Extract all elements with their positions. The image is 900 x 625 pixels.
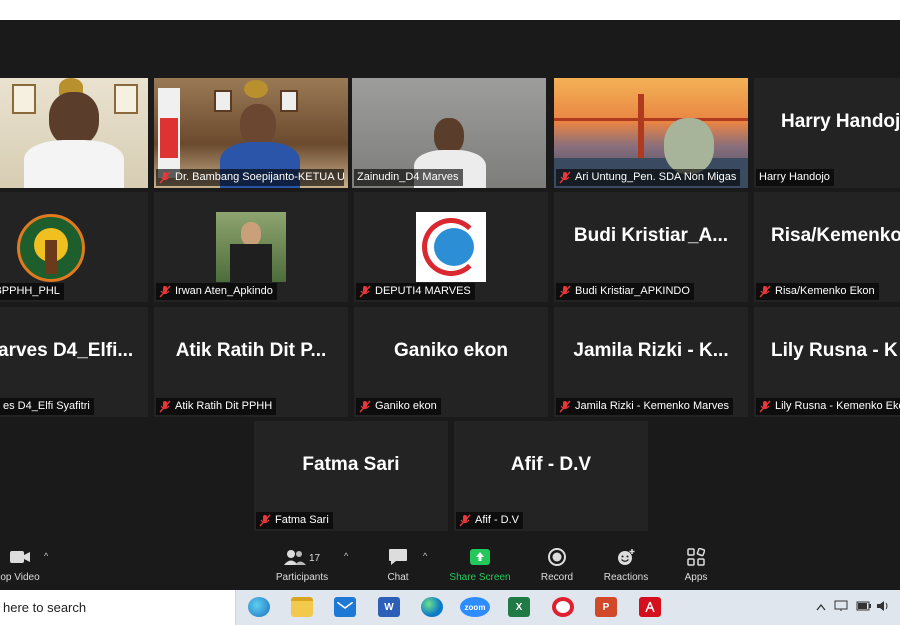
- share-screen-button[interactable]: Share Screen: [446, 547, 514, 583]
- reactions-button[interactable]: Reactions: [598, 547, 654, 583]
- participant-tile[interactable]: Lily Rusna - K Lily Rusna - Kemenko Ekon: [754, 307, 900, 417]
- muted-mic-icon: [759, 285, 771, 298]
- participant-tile[interactable]: arves D4_Elfi... es D4_Elfi Syafitri: [0, 307, 148, 417]
- chat-icon: [388, 548, 408, 569]
- tray-chevron-up-icon[interactable]: [816, 600, 826, 614]
- chat-button[interactable]: Chat: [378, 547, 418, 583]
- participant-name-display: Atik Ratih Dit P...: [175, 340, 327, 361]
- participant-tile[interactable]: arves: [0, 78, 148, 188]
- participant-tile[interactable]: Atik Ratih Dit P... Atik Ratih Dit PPHH: [154, 307, 348, 417]
- share-screen-icon: [470, 548, 490, 568]
- video-camera-icon: [9, 550, 31, 567]
- participant-tile[interactable]: Budi Kristiar_A... Budi Kristiar_APKINDO: [554, 192, 748, 302]
- participant-name-display: Afif - D.V: [510, 454, 592, 475]
- participant-name-display: Risa/Kemenko: [771, 225, 900, 246]
- participant-tile[interactable]: Irwan Aten_Apkindo: [154, 192, 348, 302]
- video-options-chevron-icon[interactable]: ^: [44, 551, 48, 561]
- acrobat-icon[interactable]: [639, 597, 661, 617]
- participant-tile[interactable]: Jamila Rizki - K... Jamila Rizki - Kemen…: [554, 307, 748, 417]
- participant-name-display: Harry Handojo: [781, 111, 900, 132]
- participants-button[interactable]: 17 Participants: [270, 547, 334, 583]
- battery-icon[interactable]: [856, 600, 872, 614]
- volume-icon[interactable]: [876, 600, 890, 615]
- windows-taskbar: here to search W zoom X P: [0, 590, 900, 625]
- muted-mic-icon: [459, 514, 471, 527]
- muted-mic-icon: [759, 400, 771, 413]
- participant-tile-active-speaker[interactable]: Zainudin_D4 Marves: [352, 78, 546, 188]
- participant-tile[interactable]: Afif - D.V Afif - D.V: [454, 421, 648, 531]
- participant-tile[interactable]: Dr. Bambang Soepijanto-KETUA U...: [154, 78, 348, 188]
- participant-tile[interactable]: Fatma Sari Fatma Sari: [254, 421, 448, 531]
- participants-count: 17: [308, 552, 321, 564]
- apps-button[interactable]: Apps: [676, 547, 716, 583]
- chat-options-chevron-icon[interactable]: ^: [423, 551, 427, 561]
- participant-name-display: Budi Kristiar_A...: [573, 225, 729, 246]
- muted-mic-icon: [159, 171, 171, 184]
- record-icon: [548, 547, 566, 569]
- participant-tile[interactable]: DEPUTI4 MARVES: [354, 192, 548, 302]
- video-gallery: arves Dr. Bambang Soepijanto-KETUA U... …: [0, 20, 900, 545]
- muted-mic-icon: [359, 400, 371, 413]
- file-explorer-icon[interactable]: [291, 597, 313, 617]
- stop-video-button[interactable]: op Video: [0, 547, 48, 583]
- muted-mic-icon: [259, 514, 271, 527]
- participant-name-display: Ganiko ekon: [393, 340, 509, 361]
- participant-tile[interactable]: Ari Untung_Pen. SDA Non Migas: [554, 78, 748, 188]
- muted-mic-icon: [359, 285, 371, 298]
- opera-icon[interactable]: [552, 597, 574, 617]
- participant-tile[interactable]: Harry Handojo Harry Handojo: [754, 78, 900, 188]
- smiley-plus-icon: [616, 548, 636, 569]
- muted-mic-icon: [559, 285, 571, 298]
- excel-icon[interactable]: X: [508, 597, 530, 617]
- participants-icon: [283, 549, 306, 568]
- participant-video: [0, 78, 148, 188]
- record-button[interactable]: Record: [534, 547, 580, 583]
- muted-mic-icon: [559, 400, 571, 413]
- taskbar-search-input[interactable]: here to search: [0, 590, 236, 625]
- participant-name-display: Fatma Sari: [302, 454, 400, 475]
- participant-name-display: Lily Rusna - K: [771, 340, 898, 361]
- participants-options-chevron-icon[interactable]: ^: [344, 551, 348, 561]
- meeting-toolbar: op Video ^ 17 Participants ^ Chat ^ Shar…: [0, 545, 900, 590]
- muted-mic-icon: [559, 171, 571, 184]
- apps-icon: [687, 547, 706, 569]
- network-icon[interactable]: [834, 600, 848, 615]
- participant-name-display: arves D4_Elfi...: [0, 340, 134, 361]
- window-top-bar: [0, 0, 900, 20]
- mail-icon[interactable]: [334, 597, 356, 617]
- participant-name-display: Jamila Rizki - K...: [573, 340, 729, 361]
- word-icon[interactable]: W: [378, 597, 400, 617]
- muted-mic-icon: [159, 400, 171, 413]
- zoom-icon[interactable]: zoom: [460, 597, 490, 617]
- participant-tile[interactable]: Ganiko ekon Ganiko ekon: [354, 307, 548, 417]
- participant-tile[interactable]: Zazuli_BPPHH_PHL: [0, 192, 148, 302]
- edge-blue-icon[interactable]: [421, 597, 443, 617]
- powerpoint-icon[interactable]: P: [595, 597, 617, 617]
- muted-mic-icon: [159, 285, 171, 298]
- participant-tile[interactable]: Risa/Kemenko Risa/Kemenko Ekon: [754, 192, 900, 302]
- edge-icon[interactable]: [248, 597, 270, 617]
